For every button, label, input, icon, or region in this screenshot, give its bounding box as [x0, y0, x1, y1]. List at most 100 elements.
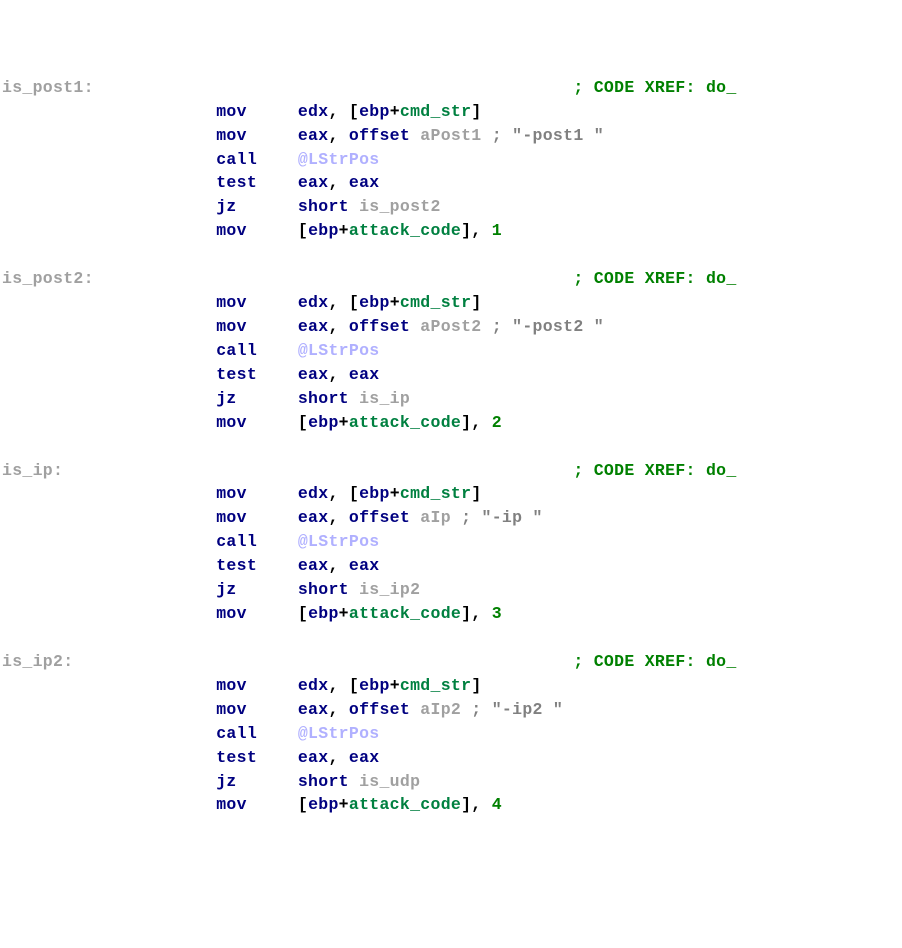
variable: cmd_str: [400, 676, 471, 695]
reg: edx: [298, 484, 329, 503]
code-label: is_post1:: [2, 78, 94, 97]
instr-line: mov eax, offset aIp2 ; "-ip2 ": [2, 698, 900, 722]
called-function: @LStrPos: [298, 532, 380, 551]
symbol: aPost1: [420, 126, 481, 145]
instr-line: mov [ebp+attack_code], 2: [2, 411, 900, 435]
comment: ; "-ip ": [451, 508, 543, 527]
instr-line: jz short is_ip2: [2, 578, 900, 602]
reg: eax: [349, 173, 380, 192]
mnemonic: jz: [216, 772, 298, 791]
reg: ebp: [359, 102, 390, 121]
instr-line: test eax, eax: [2, 554, 900, 578]
xref-label: ; CODE XREF:: [573, 78, 706, 97]
comment: ; "-ip2 ": [461, 700, 563, 719]
xref-label: ; CODE XREF:: [573, 461, 706, 480]
reg: edx: [298, 676, 329, 695]
instr-line: mov edx, [ebp+cmd_str]: [2, 100, 900, 124]
xref-target: do_: [706, 652, 737, 671]
label-line: is_post2: ; CODE XREF: do_: [2, 267, 900, 291]
branch-target: is_ip2: [359, 580, 420, 599]
variable: cmd_str: [400, 102, 471, 121]
reg: ebp: [308, 795, 339, 814]
code-label: is_ip2:: [2, 652, 73, 671]
instr-line: call @LStrPos: [2, 339, 900, 363]
keyword-offset: offset: [349, 317, 420, 336]
mnemonic: mov: [216, 126, 298, 145]
reg: ebp: [308, 413, 339, 432]
branch-target: is_ip: [359, 389, 410, 408]
instr-line: mov [ebp+attack_code], 3: [2, 602, 900, 626]
branch-target: is_udp: [359, 772, 420, 791]
symbol: aIp2: [420, 700, 461, 719]
mnemonic: mov: [216, 700, 298, 719]
mnemonic: call: [216, 341, 298, 360]
instr-line: mov eax, offset aPost2 ; "-post2 ": [2, 315, 900, 339]
reg: eax: [298, 126, 329, 145]
immediate: 3: [492, 604, 502, 623]
label-line: is_ip: ; CODE XREF: do_: [2, 459, 900, 483]
reg: eax: [298, 317, 329, 336]
branch-target: is_post2: [359, 197, 441, 216]
reg: ebp: [308, 604, 339, 623]
reg: eax: [298, 365, 329, 384]
xref-label: ; CODE XREF:: [573, 269, 706, 288]
symbol: aIp: [420, 508, 451, 527]
mnemonic: jz: [216, 580, 298, 599]
reg: ebp: [359, 484, 390, 503]
reg: eax: [298, 173, 329, 192]
reg: eax: [298, 748, 329, 767]
instr-line: jz short is_ip: [2, 387, 900, 411]
mnemonic: test: [216, 173, 298, 192]
instr-line: mov eax, offset aIp ; "-ip ": [2, 506, 900, 530]
disassembly-listing: is_post1: ; CODE XREF: do_ mov edx, [ebp…: [2, 76, 900, 818]
mnemonic: mov: [216, 508, 298, 527]
variable: attack_code: [349, 413, 461, 432]
called-function: @LStrPos: [298, 150, 380, 169]
xref-target: do_: [706, 269, 737, 288]
mnemonic: mov: [216, 795, 298, 814]
label-line: is_post1: ; CODE XREF: do_: [2, 76, 900, 100]
reg: ebp: [359, 676, 390, 695]
reg: eax: [298, 556, 329, 575]
comment: ; "-post1 ": [482, 126, 604, 145]
mnemonic: test: [216, 556, 298, 575]
instr-line: mov [ebp+attack_code], 1: [2, 219, 900, 243]
mnemonic: mov: [216, 102, 298, 121]
mnemonic: call: [216, 150, 298, 169]
instr-line: test eax, eax: [2, 746, 900, 770]
reg: eax: [298, 508, 329, 527]
mnemonic: mov: [216, 484, 298, 503]
reg: eax: [349, 556, 380, 575]
symbol: aPost2: [420, 317, 481, 336]
blank-line: [2, 435, 900, 459]
instr-line: mov eax, offset aPost1 ; "-post1 ": [2, 124, 900, 148]
instr-line: jz short is_post2: [2, 195, 900, 219]
instr-line: test eax, eax: [2, 363, 900, 387]
immediate: 1: [492, 221, 502, 240]
blank-line: [2, 626, 900, 650]
code-label: is_post2:: [2, 269, 94, 288]
instr-line: mov [ebp+attack_code], 4: [2, 793, 900, 817]
xref-target: do_: [706, 461, 737, 480]
instr-line: call @LStrPos: [2, 148, 900, 172]
mnemonic: call: [216, 532, 298, 551]
mnemonic: jz: [216, 389, 298, 408]
instr-line: mov edx, [ebp+cmd_str]: [2, 674, 900, 698]
mnemonic: mov: [216, 317, 298, 336]
reg: eax: [298, 700, 329, 719]
called-function: @LStrPos: [298, 341, 380, 360]
comment: ; "-post2 ": [482, 317, 604, 336]
blank-line: [2, 243, 900, 267]
mnemonic: mov: [216, 293, 298, 312]
variable: attack_code: [349, 795, 461, 814]
mnemonic: jz: [216, 197, 298, 216]
instr-line: test eax, eax: [2, 171, 900, 195]
keyword-offset: offset: [349, 508, 420, 527]
reg: ebp: [308, 221, 339, 240]
instr-line: mov edx, [ebp+cmd_str]: [2, 482, 900, 506]
called-function: @LStrPos: [298, 724, 380, 743]
instr-line: call @LStrPos: [2, 530, 900, 554]
mnemonic: mov: [216, 676, 298, 695]
keyword-offset: offset: [349, 126, 420, 145]
variable: cmd_str: [400, 293, 471, 312]
